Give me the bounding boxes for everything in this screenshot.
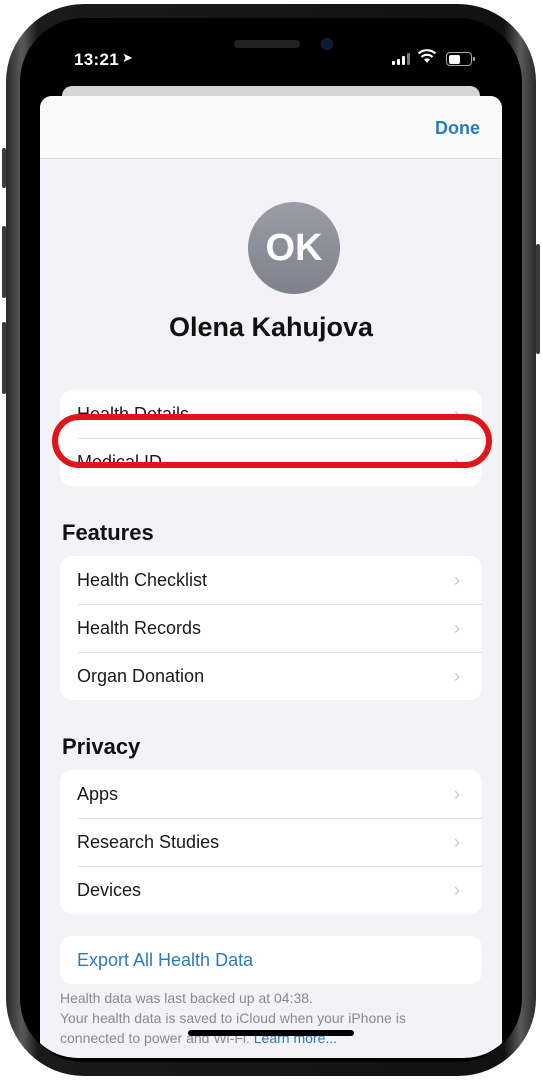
front-camera [321,38,333,50]
battery-fill [448,54,460,64]
export-all-health-data-button[interactable]: Export All Health Data [60,936,482,984]
footer-backup-time: Health data was last backed up at 04:38. [60,990,313,1006]
done-button[interactable]: Done [435,118,480,139]
row-label: Research Studies [77,831,220,852]
row-label: Health Checklist [77,569,208,590]
row-label: Organ Donation [77,665,205,686]
battery-icon [446,52,472,66]
wifi-icon [417,49,437,63]
volume-up-button [2,226,6,298]
row-health-checklist[interactable]: Health Checklist › [60,556,482,604]
privacy-group: Apps › Research Studies › Devices › [60,770,482,914]
row-health-records[interactable]: Health Records › [60,604,482,652]
chevron-right-icon: › [454,832,460,852]
chevron-right-icon: › [454,880,460,900]
screen: 13:21 ➤ Done OK Olena Kahujova Health De… [22,22,520,1058]
location-arrow-icon: ➤ [122,50,133,65]
chevron-right-icon: › [454,784,460,804]
status-bar: 13:21 ➤ [22,22,520,92]
section-header-privacy: Privacy [62,734,141,759]
row-organ-donation[interactable]: Organ Donation › [60,652,482,700]
side-button [536,244,540,354]
cellular-signal-icon [392,53,410,65]
features-group: Health Checklist › Health Records › Orga… [60,556,482,700]
navigation-bar: Done [40,96,502,159]
mute-switch [2,148,6,188]
status-time: 13:21 [74,50,119,69]
row-research-studies[interactable]: Research Studies › [60,818,482,866]
row-label: Devices [77,879,142,900]
profile-sheet: Done OK Olena Kahujova Health Details › … [40,96,502,1058]
backup-footer-note: Health data was last backed up at 04:38.… [60,988,460,1048]
chevron-right-icon: › [454,618,460,638]
medical-id-highlight-annotation [52,414,492,468]
profile-name: Olena Kahujova [168,312,374,342]
volume-down-button [2,322,6,394]
chevron-right-icon: › [454,666,460,686]
avatar: OK [248,202,340,294]
earpiece-speaker [234,40,300,48]
chevron-right-icon: › [454,570,460,590]
row-apps[interactable]: Apps › [60,770,482,818]
avatar-initials: OK [265,226,323,269]
footer-icloud-note: Your health data is saved to iCloud when… [60,1010,406,1046]
row-devices[interactable]: Devices › [60,866,482,914]
row-label: Health Records [77,617,202,638]
battery-nub [473,57,475,61]
section-header-features: Features [62,520,154,545]
row-label: Apps [77,783,119,804]
home-indicator[interactable] [188,1030,354,1036]
export-group: Export All Health Data [60,936,482,984]
